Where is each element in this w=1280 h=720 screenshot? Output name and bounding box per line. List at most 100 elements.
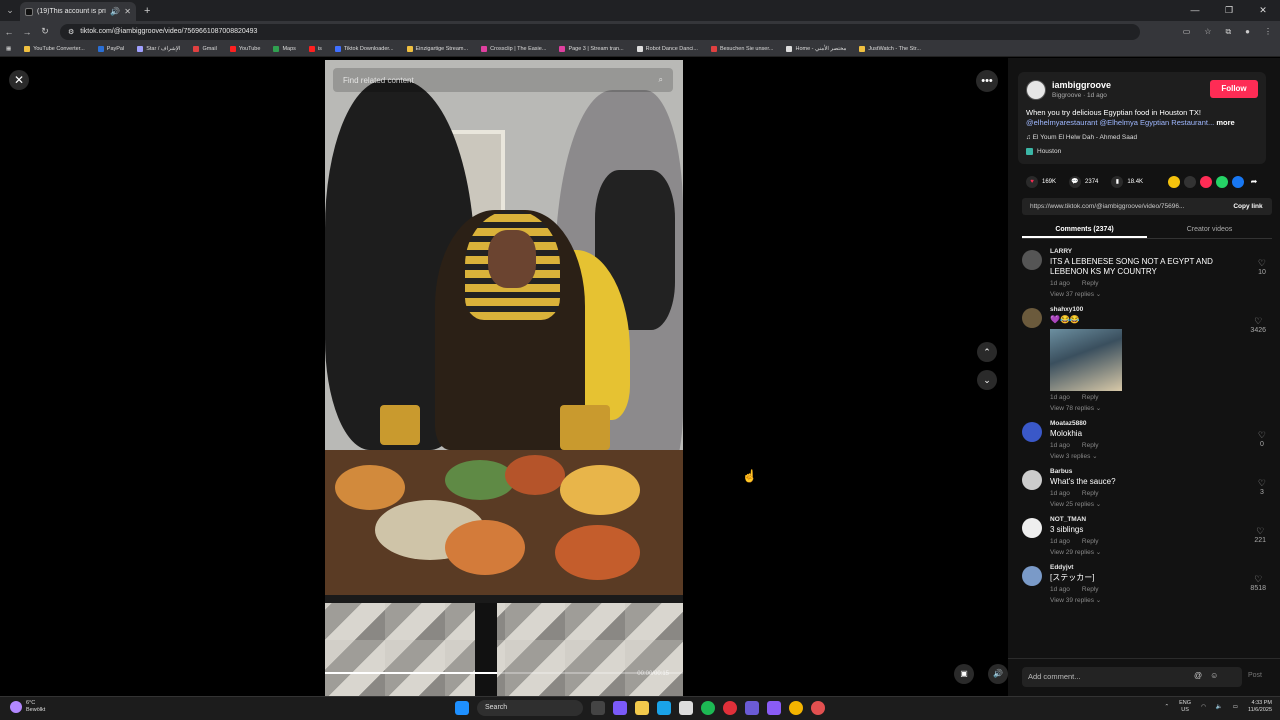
video-link[interactable]: https://www.tiktok.com/@iambiggroove/vid… <box>1022 203 1224 210</box>
view-replies-button[interactable]: View 39 replies ⌄ <box>1050 596 1272 604</box>
previous-video-button[interactable]: ⌃ <box>977 342 997 362</box>
coin-icon[interactable] <box>1168 176 1180 188</box>
reply-button[interactable]: Reply <box>1082 490 1099 497</box>
comment-avatar[interactable] <box>1022 308 1042 328</box>
edge-icon[interactable] <box>657 701 671 715</box>
description-tags[interactable]: @elhelmyarestaurant @Elhelmya Egyptian R… <box>1026 118 1214 127</box>
follow-button[interactable]: Follow <box>1210 80 1258 98</box>
minimize-button[interactable]: — <box>1178 0 1212 21</box>
share-arrow-icon[interactable]: ➦ <box>1248 176 1260 188</box>
tab-creator-videos[interactable]: Creator videos <box>1147 221 1272 238</box>
comment-avatar[interactable] <box>1022 422 1042 442</box>
app-red-icon[interactable] <box>811 701 825 715</box>
start-icon[interactable] <box>455 701 469 715</box>
profile-icon[interactable]: ● <box>1245 27 1250 36</box>
whatsapp-icon[interactable] <box>1216 176 1228 188</box>
embed-icon[interactable] <box>1184 176 1196 188</box>
bookmark-item[interactable]: Page 3 | Stream tran... <box>559 46 624 52</box>
view-replies-button[interactable]: View 3 replies ⌄ <box>1050 452 1272 460</box>
more-link[interactable]: more <box>1216 118 1234 127</box>
tab-comments[interactable]: Comments (2374) <box>1022 221 1147 238</box>
creator-username[interactable]: iambiggroove <box>1052 80 1111 90</box>
tray-overflow-icon[interactable]: ⌃ <box>1165 704 1170 710</box>
tab-active[interactable]: (19)This account is private. 🔊 ✕ <box>20 2 136 21</box>
comment-username[interactable]: shahxy100 <box>1050 306 1272 313</box>
location-tag[interactable]: Houston <box>1026 148 1061 155</box>
window-close-button[interactable]: ✕ <box>1246 0 1280 21</box>
weather-widget[interactable]: 6°C Bewölkt <box>10 700 45 714</box>
send-icon[interactable] <box>1200 176 1212 188</box>
bookmark-item[interactable]: Besuchen Sie unser... <box>710 46 773 52</box>
chrome-icon[interactable] <box>789 701 803 715</box>
reply-button[interactable]: Reply <box>1082 586 1099 593</box>
wifi-icon[interactable]: ◠ <box>1201 704 1206 710</box>
like-action[interactable]: ♥ 169K <box>1026 176 1056 188</box>
language-indicator[interactable]: ENG US <box>1179 700 1191 714</box>
maximize-button[interactable]: ❐ <box>1212 0 1246 21</box>
bookmark-item[interactable]: Tiktok Downloader... <box>334 46 394 52</box>
forward-button[interactable]: → <box>18 27 36 37</box>
tab-audio-icon[interactable]: 🔊 <box>110 7 120 16</box>
view-replies-button[interactable]: View 37 replies ⌄ <box>1050 290 1272 298</box>
creator-avatar[interactable] <box>1026 80 1046 100</box>
post-button[interactable]: Post <box>1248 672 1262 679</box>
view-replies-button[interactable]: View 25 replies ⌄ <box>1050 500 1272 508</box>
save-action[interactable]: ▮ 18.4K <box>1111 176 1143 188</box>
music-link[interactable]: ♫ El Youm El Helw Dah - Ahmed Saad <box>1026 134 1137 141</box>
store-icon[interactable] <box>679 701 693 715</box>
new-tab-button[interactable]: + <box>144 5 150 17</box>
find-related-search[interactable]: Find related content ⌕ <box>333 68 673 92</box>
bookmark-item[interactable]: Star / الإشراف <box>137 46 180 52</box>
bookmark-item[interactable]: YouTube <box>229 46 260 52</box>
tab-close-icon[interactable]: ✕ <box>124 7 131 16</box>
tab-search-icon[interactable]: ⌄ <box>0 0 20 21</box>
address-bar[interactable]: ⚙ tiktok.com/@iambiggroove/video/7569661… <box>60 23 1140 40</box>
clock[interactable]: 4:33 PM 11/6/2025 <box>1248 700 1272 714</box>
comment-action[interactable]: 💬 2374 <box>1069 176 1098 188</box>
comment-like-button[interactable]: ♡ 8518 <box>1250 574 1266 592</box>
reply-button[interactable]: Reply <box>1082 442 1099 449</box>
comment-avatar[interactable] <box>1022 250 1042 270</box>
reply-button[interactable]: Reply <box>1082 394 1099 401</box>
search-icon[interactable]: ⌕ <box>659 75 663 85</box>
volume-icon[interactable]: 🔊 <box>988 664 1008 684</box>
comment-username[interactable]: Moataz5880 <box>1050 420 1272 427</box>
bookmark-star-icon[interactable]: ☆ <box>1204 27 1211 36</box>
task-view-icon[interactable] <box>591 701 605 715</box>
reply-button[interactable]: Reply <box>1082 280 1099 287</box>
floating-player-icon[interactable]: ▣ <box>954 664 974 684</box>
bookmark-item[interactable]: Home - مختصر الأمني <box>786 46 846 52</box>
teams-icon[interactable] <box>745 701 759 715</box>
facebook-icon[interactable] <box>1232 176 1244 188</box>
bookmark-item[interactable]: JustWatch - The Str... <box>859 46 921 52</box>
video-player[interactable]: Find related content ⌕ 00:00/00:15 <box>325 60 683 696</box>
comment-username[interactable]: LARRY <box>1050 248 1272 255</box>
menu-icon[interactable]: ⋮ <box>1264 27 1272 36</box>
comment-like-button[interactable]: ♡ 10 <box>1258 258 1266 276</box>
more-options-button[interactable]: ••• <box>976 70 998 92</box>
bookmark-item[interactable]: Crossclip | The Easie... <box>481 46 546 52</box>
bookmark-item[interactable]: PayPal <box>97 46 124 52</box>
bookmark-item[interactable]: is <box>308 46 322 52</box>
copy-link-button[interactable]: Copy link <box>1224 203 1272 210</box>
view-replies-button[interactable]: View 29 replies ⌄ <box>1050 548 1272 556</box>
comment-image[interactable] <box>1050 329 1122 391</box>
install-icon[interactable]: ▭ <box>1183 27 1191 36</box>
video-progress-bar[interactable] <box>325 672 683 674</box>
view-replies-button[interactable]: View 78 replies ⌄ <box>1050 404 1272 412</box>
bookmark-item[interactable]: Einzigartige Stream... <box>406 46 468 52</box>
bookmark-item[interactable]: Maps <box>273 46 296 52</box>
comment-username[interactable]: NOT_TMAN <box>1050 516 1272 523</box>
bookmark-item[interactable]: Gmail <box>193 46 217 52</box>
comment-like-button[interactable]: ♡ 221 <box>1254 526 1266 544</box>
comment-avatar[interactable] <box>1022 518 1042 538</box>
comment-like-button[interactable]: ♡ 0 <box>1258 430 1266 448</box>
comment-avatar[interactable] <box>1022 470 1042 490</box>
comment-username[interactable]: Eddyjvt <box>1050 564 1272 571</box>
bookmark-item[interactable]: Robot Dance Danci... <box>636 46 698 52</box>
next-video-button[interactable]: ⌄ <box>977 370 997 390</box>
reload-button[interactable]: ↻ <box>36 26 54 37</box>
site-info-icon[interactable]: ⚙ <box>68 28 74 36</box>
mention-icon[interactable]: @ <box>1194 671 1210 680</box>
speaker-icon[interactable]: 🔈 <box>1216 704 1223 710</box>
